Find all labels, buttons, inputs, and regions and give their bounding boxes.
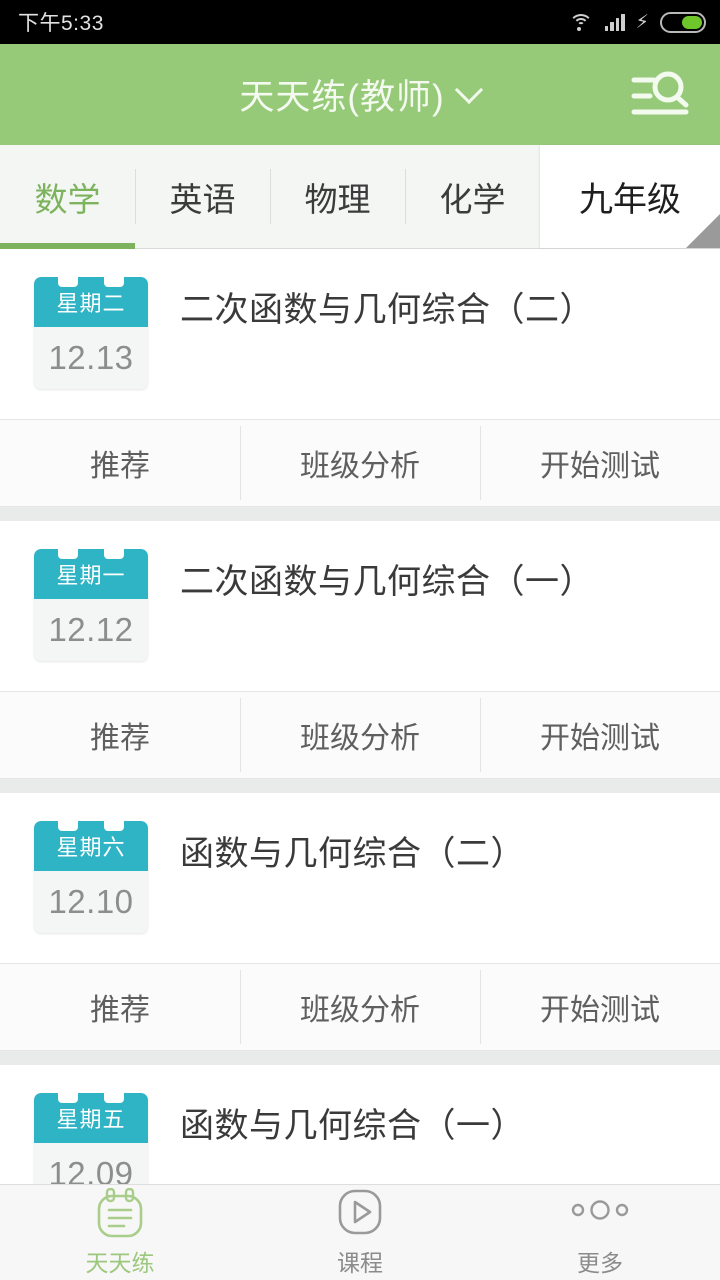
action-label: 开始测试 [540, 450, 660, 483]
app-root: 下午5:33 ⚡ 天天练(教师) 数学 英语 物理 化学 九年级 星期二 12.… [0, 0, 720, 1280]
list-item: 星期二 12.13 二次函数与几何综合（二） 推荐 班级分析 开始测试 [0, 249, 720, 521]
lesson-row[interactable]: 星期二 12.13 二次函数与几何综合（二） [0, 249, 720, 419]
tab-english[interactable]: 英语 [135, 145, 270, 248]
recommend-button[interactable]: 推荐 [0, 692, 240, 778]
play-icon [332, 1188, 388, 1240]
nav-item-more[interactable]: 更多 [480, 1188, 720, 1278]
nav-item-courses[interactable]: 课程 [240, 1188, 480, 1278]
action-label: 推荐 [90, 450, 150, 483]
calendar-notch-icon [104, 1093, 124, 1103]
lesson-title: 二次函数与几何综合（二） [180, 291, 594, 329]
charging-bolt-icon: ⚡ [635, 11, 649, 33]
list-separator [0, 1051, 720, 1065]
list-separator [0, 507, 720, 521]
date-label: 12.10 [48, 883, 134, 920]
weekday-label: 星期六 [56, 835, 126, 860]
signal-icon [604, 13, 625, 31]
lesson-actions: 推荐 班级分析 开始测试 [0, 419, 720, 507]
status-icons: ⚡ [569, 11, 706, 33]
list-item: 星期六 12.10 函数与几何综合（二） 推荐 班级分析 开始测试 [0, 793, 720, 1065]
recommend-button[interactable]: 推荐 [0, 964, 240, 1050]
tab-label: 物理 [304, 180, 371, 218]
lesson-title: 函数与几何综合（一） [180, 1107, 525, 1145]
class-analysis-button[interactable]: 班级分析 [240, 964, 480, 1050]
calendar-badge-header: 星期二 [34, 277, 148, 327]
page-title: 天天练(教师) [239, 78, 445, 117]
action-label: 班级分析 [300, 722, 420, 755]
start-test-button[interactable]: 开始测试 [480, 420, 720, 506]
lesson-row[interactable]: 星期一 12.12 二次函数与几何综合（一） [0, 521, 720, 691]
wifi-icon [569, 12, 594, 32]
list-separator [0, 779, 720, 793]
recommend-button[interactable]: 推荐 [0, 420, 240, 506]
lesson-actions: 推荐 班级分析 开始测试 [0, 963, 720, 1051]
class-analysis-button[interactable]: 班级分析 [240, 692, 480, 778]
calendar-badge-header: 星期六 [34, 821, 148, 871]
nav-label: 天天练 [85, 1249, 155, 1276]
calendar-badge: 星期二 12.13 [34, 277, 148, 389]
calendar-notch-icon [104, 821, 124, 831]
class-analysis-button[interactable]: 班级分析 [240, 420, 480, 506]
lesson-row[interactable]: 星期六 12.10 函数与几何综合（二） [0, 793, 720, 963]
nav-item-daily-practice[interactable]: 天天练 [0, 1187, 240, 1278]
calendar-badge: 星期六 12.10 [34, 821, 148, 933]
battery-icon [660, 11, 706, 33]
calendar-badge-header: 星期五 [34, 1093, 148, 1143]
action-label: 开始测试 [540, 994, 660, 1027]
calendar-notch-icon [58, 277, 78, 287]
tab-physics[interactable]: 物理 [270, 145, 405, 248]
action-label: 推荐 [90, 722, 150, 755]
nav-label: 更多 [577, 1249, 623, 1276]
bottom-navigation: 天天练 课程 更多 [0, 1184, 720, 1280]
chevron-down-icon[interactable] [457, 80, 481, 104]
list-item: 星期一 12.12 二次函数与几何综合（一） 推荐 班级分析 开始测试 [0, 521, 720, 793]
lesson-list: 星期二 12.13 二次函数与几何综合（二） 推荐 班级分析 开始测试 星期一 … [0, 249, 720, 1235]
calendar-notch-icon [104, 549, 124, 559]
tab-label: 数学 [34, 180, 101, 218]
action-label: 推荐 [90, 994, 150, 1027]
date-label: 12.13 [48, 339, 134, 376]
tab-label: 化学 [439, 180, 506, 218]
app-header: 天天练(教师) [0, 44, 720, 145]
notebook-icon [91, 1187, 149, 1240]
calendar-notch-icon [58, 1093, 78, 1103]
calendar-notch-icon [58, 549, 78, 559]
list-search-icon[interactable] [630, 67, 694, 123]
grade-selector[interactable]: 九年级 [540, 145, 720, 248]
tab-chemistry[interactable]: 化学 [405, 145, 540, 248]
corner-fold-icon [686, 214, 720, 248]
header-title-group[interactable]: 天天练(教师) [239, 69, 480, 120]
status-bar: 下午5:33 ⚡ [0, 0, 720, 44]
weekday-label: 星期五 [56, 1107, 126, 1132]
lesson-title: 二次函数与几何综合（一） [180, 563, 594, 601]
calendar-notch-icon [104, 277, 124, 287]
tab-math[interactable]: 数学 [0, 145, 135, 249]
date-label: 12.12 [48, 611, 134, 648]
calendar-badge: 星期一 12.12 [34, 549, 148, 661]
action-label: 开始测试 [540, 722, 660, 755]
start-test-button[interactable]: 开始测试 [480, 964, 720, 1050]
more-dots-icon [565, 1188, 635, 1240]
lesson-actions: 推荐 班级分析 开始测试 [0, 691, 720, 779]
action-label: 班级分析 [300, 994, 420, 1027]
action-label: 班级分析 [300, 450, 420, 483]
weekday-label: 星期二 [56, 291, 126, 316]
weekday-label: 星期一 [56, 563, 126, 588]
grade-label: 九年级 [579, 181, 681, 219]
status-time: 下午5:33 [18, 12, 104, 35]
calendar-badge-header: 星期一 [34, 549, 148, 599]
start-test-button[interactable]: 开始测试 [480, 692, 720, 778]
tab-label: 英语 [169, 180, 236, 218]
calendar-notch-icon [58, 821, 78, 831]
subject-tabbar: 数学 英语 物理 化学 九年级 [0, 145, 720, 249]
nav-label: 课程 [337, 1249, 383, 1276]
lesson-title: 函数与几何综合（二） [180, 835, 525, 873]
